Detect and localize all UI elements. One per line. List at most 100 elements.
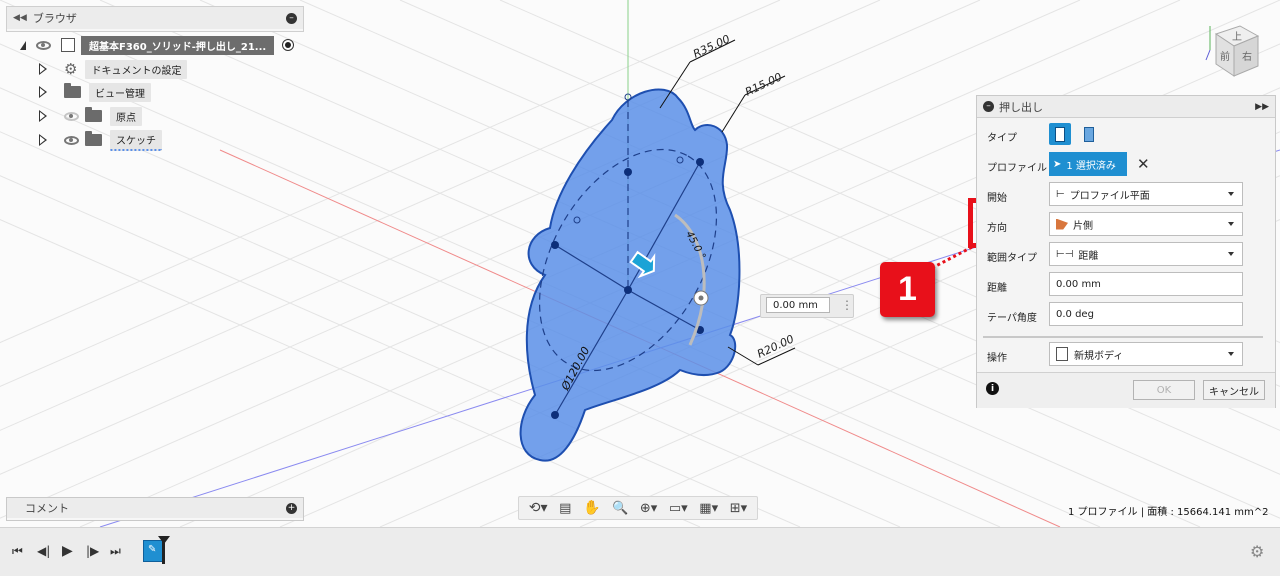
look-at-icon[interactable]: ▤ (559, 501, 571, 516)
extent-value: 距離 (1078, 250, 1099, 262)
expand-triangle-icon[interactable] (39, 86, 47, 98)
new-body-icon (1056, 347, 1068, 361)
add-comment-icon[interactable]: + (286, 502, 297, 514)
canvas-distance-box[interactable]: 0.00 mm ⋮ (760, 294, 854, 318)
tree-item-sketches[interactable]: スケッチ (38, 129, 162, 151)
profile-label: プロファイル (987, 163, 1047, 174)
clear-selection-icon[interactable]: ✕ (1137, 155, 1150, 173)
cursor-arrow-icon: ➤ (1053, 158, 1062, 170)
browser-minimize-icon[interactable]: – (286, 12, 297, 24)
display-settings-icon[interactable]: ▭▾ (669, 501, 688, 516)
activate-radio-icon[interactable] (282, 39, 295, 51)
expand-dialog-icon[interactable]: ▶▶ (1255, 102, 1269, 112)
root-component-label[interactable]: 超基本F360_ソリッド-押し出し_21... (81, 35, 275, 55)
chevron-down-icon (1228, 252, 1234, 256)
type-thin-button[interactable] (1078, 123, 1100, 145)
callout-badge: 1 (880, 262, 935, 317)
tree-item-label: ビュー管理 (89, 82, 151, 102)
tree-item-label: ドキュメントの設定 (85, 59, 188, 79)
dialog-footer: i OK キャンセル (977, 372, 1275, 408)
folder-icon (85, 131, 102, 146)
browser-header: ◀◀ ブラウザ – (7, 7, 303, 29)
tree-item-origin[interactable]: 原点 (38, 106, 142, 126)
profile-select-button[interactable]: ➤ 1 選択済み (1049, 152, 1127, 176)
extrude-header: – 押し出し ▶▶ (977, 96, 1275, 118)
tree-item-document-settings[interactable]: ⚙ ドキュメントの設定 (38, 59, 188, 79)
profile-plane-icon: ⊢ (1056, 188, 1065, 200)
chevron-down-icon (1228, 352, 1234, 356)
browser-tree: 超基本F360_ソリッド-押し出し_21... ⚙ ドキュメントの設定 ビュー管… (0, 32, 310, 162)
start-dropdown[interactable]: ⊢ プロファイル平面 (1049, 182, 1243, 206)
callout-number: 1 (898, 270, 917, 308)
timeline-marker-flag-icon[interactable] (158, 536, 170, 544)
expand-triangle-icon[interactable] (39, 63, 47, 75)
step-back-icon[interactable]: ◀| (37, 543, 50, 559)
comments-header: コメント + (7, 498, 303, 518)
folder-icon (85, 107, 102, 122)
taper-angle-label: テーパ角度 (987, 313, 1037, 324)
comments-title: コメント (25, 502, 69, 515)
direction-value: 片側 (1073, 220, 1093, 232)
distance-input[interactable]: 0.00 mm (1049, 272, 1243, 296)
timeline-settings-icon[interactable]: ⚙ (1250, 542, 1264, 561)
viewcube-top-label: 上 (1232, 32, 1242, 43)
extent-type-label: 範囲タイプ (987, 253, 1037, 264)
status-text: 1 プロファイル | 面積 : 15664.141 mm^2 (1068, 507, 1269, 518)
sketch-profile[interactable] (503, 88, 753, 462)
tree-item-named-views[interactable]: ビュー管理 (38, 82, 151, 102)
one-side-direction-icon (1056, 218, 1068, 230)
go-to-end-icon[interactable]: ⏭ (110, 543, 121, 559)
operation-dropdown[interactable]: 新規ボディ (1049, 342, 1243, 366)
tree-item-label: 原点 (110, 106, 142, 126)
direction-dropdown[interactable]: 片側 (1049, 212, 1243, 236)
direction-label: 方向 (987, 223, 1007, 234)
ok-button[interactable]: OK (1133, 380, 1195, 400)
browser-panel: ◀◀ ブラウザ – (6, 6, 304, 32)
dialog-divider (983, 336, 1263, 338)
extent-type-dropdown[interactable]: ⊢⊣ 距離 (1049, 242, 1243, 266)
viewcube-front-label: 前 (1220, 52, 1230, 63)
visibility-eye-icon[interactable] (36, 40, 51, 50)
timeline-bar: ⏮ ◀| ▶ |▶ ⏭ ✎ ⚙ (0, 527, 1280, 576)
start-value: プロファイル平面 (1069, 190, 1150, 202)
collapse-left-icon[interactable]: ◀◀ (13, 13, 27, 23)
tree-root[interactable]: 超基本F360_ソリッド-押し出し_21... (20, 35, 295, 55)
visibility-eye-icon[interactable] (64, 135, 79, 145)
view-cube[interactable]: 上 前 右 (1202, 20, 1266, 84)
info-icon[interactable]: i (986, 382, 999, 395)
type-label: タイプ (987, 133, 1017, 144)
grid-settings-icon[interactable]: ▦▾ (699, 501, 718, 516)
hidden-eye-icon[interactable] (64, 111, 79, 121)
expand-triangle-icon[interactable] (39, 134, 47, 146)
browser-title: ブラウザ (32, 12, 77, 25)
extrude-dialog: – 押し出し ▶▶ タイプ プロファイル ➤ 1 選択済み ✕ 開始 ⊢ プロフ… (976, 95, 1276, 408)
start-label: 開始 (987, 193, 1007, 204)
cancel-button[interactable]: キャンセル (1203, 380, 1265, 400)
go-to-start-icon[interactable]: ⏮ (12, 543, 23, 559)
orbit-icon[interactable]: ⟲▾ (529, 500, 548, 516)
canvas-distance-input[interactable]: 0.00 mm (766, 297, 830, 313)
operation-label: 操作 (987, 353, 1007, 364)
sketch-pencil-icon: ✎ (148, 544, 157, 555)
more-options-icon[interactable]: ⋮ (841, 298, 853, 312)
gear-icon: ⚙ (64, 60, 78, 78)
tree-item-label: スケッチ (110, 129, 162, 151)
thin-extrude-icon (1084, 126, 1094, 142)
play-icon[interactable]: ▶ (62, 543, 73, 559)
collapse-triangle-icon[interactable] (20, 40, 26, 50)
fit-icon[interactable]: ⊕▾ (640, 501, 657, 516)
chevron-down-icon (1228, 222, 1234, 226)
step-forward-icon[interactable]: |▶ (86, 543, 99, 559)
viewports-icon[interactable]: ⊞▾ (730, 501, 747, 516)
extrude-collapse-icon[interactable]: – (983, 101, 994, 112)
extrude-title: 押し出し (999, 100, 1043, 114)
expand-triangle-icon[interactable] (39, 110, 47, 122)
pan-icon[interactable]: ✋ (583, 500, 600, 516)
component-icon (61, 38, 75, 52)
taper-angle-input[interactable]: 0.0 deg (1049, 302, 1243, 326)
distance-label: 距離 (987, 283, 1007, 294)
type-solid-button[interactable] (1049, 123, 1071, 145)
distance-extent-icon: ⊢⊣ (1056, 248, 1074, 260)
zoom-icon[interactable]: 🔍 (612, 501, 628, 516)
folder-icon (64, 83, 81, 98)
